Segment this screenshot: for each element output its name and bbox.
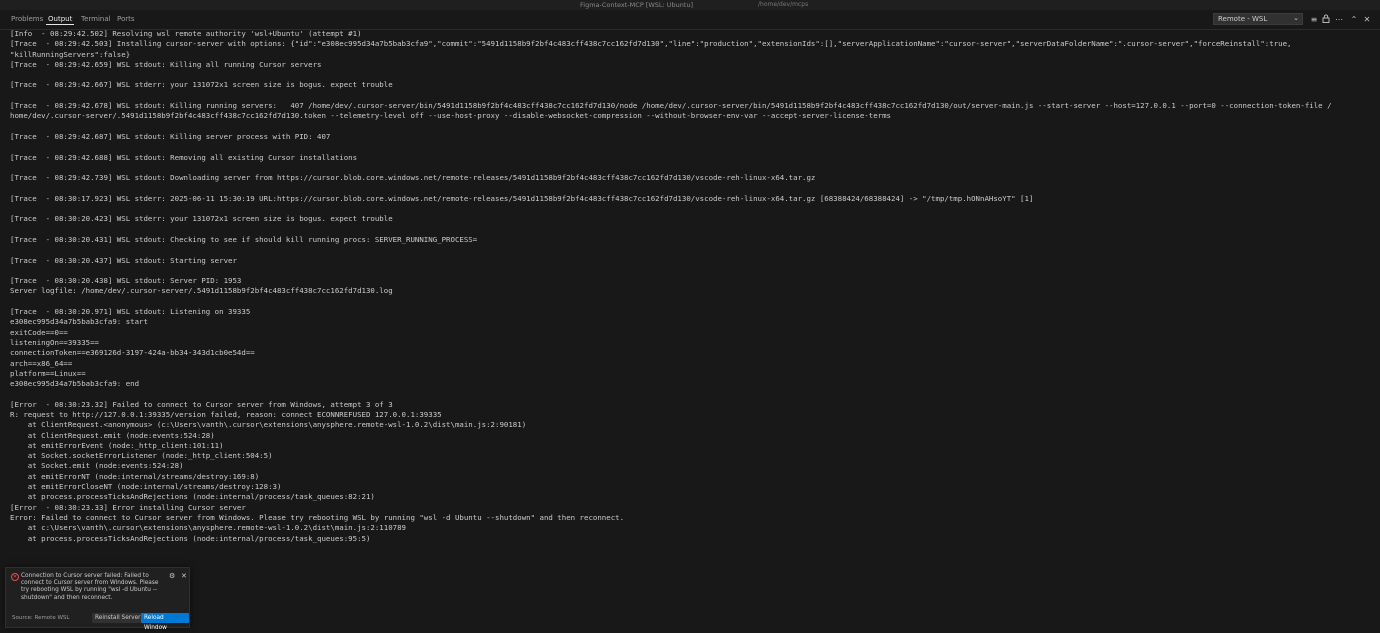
output-line: connectionToken==e369126d-3197-424a-bb34… [10,348,255,358]
output-line: e308ec995d34a7b5bab3cfa9: end [10,379,140,389]
output-line: [Trace - 08:30:20.431] WSL stdout: Check… [10,234,478,244]
output-line: at emitErrorNT (node:internal/streams/de… [10,471,260,481]
tab-problems[interactable]: Problems [9,14,45,24]
title-bar: Figma-Context-MCP [WSL: Ubuntu] /home/de… [0,0,1380,10]
window-title: Figma-Context-MCP [WSL: Ubuntu] [580,1,694,9]
output-line: [Trace - 08:29:42.688] WSL stdout: Remov… [10,152,358,162]
close-notification-icon[interactable]: ✕ [181,572,187,580]
notification-source: Source: Remote WSL [12,615,70,621]
output-line: e308ec995d34a7b5bab3cfa9: start [10,317,148,327]
output-line: [Trace - 08:29:42.659] WSL stdout: Killi… [10,59,322,69]
tab-output[interactable]: Output [46,14,75,25]
output-line: [Trace - 08:30:20.437] WSL stdout: Start… [10,255,237,265]
output-line: [Trace - 08:30:20.423] WSL stderr: your … [10,214,393,224]
output-line: [Trace - 08:29:42.687] WSL stdout: Killi… [10,131,331,141]
window-path: /home/dev/mcps [758,1,809,8]
output-channel-select[interactable]: Remote - WSL ⌄ [1213,13,1303,25]
output-line: at process.processTicksAndRejections (no… [10,533,371,543]
output-line: at emitErrorCloseNT (node:internal/strea… [10,482,282,492]
output-line: [Trace - 08:29:42.667] WSL stderr: your … [10,80,393,90]
notification-message: Connection to Cursor server failed: Fail… [21,573,159,601]
output-channel-value: Remote - WSL [1218,15,1268,23]
chevron-down-icon: ⌄ [1293,14,1299,22]
tab-terminal[interactable]: Terminal [79,14,113,24]
output-line: at ClientRequest.emit (node:events:524:2… [10,430,215,440]
output-line: R: request to http://127.0.0.1:39335/ver… [10,409,442,419]
output-line: platform==Linux== [10,368,86,378]
lock-icon[interactable] [1321,14,1331,25]
output-log[interactable]: [Info - 08:29:42.502] Resolving wsl remo… [10,29,1375,544]
output-line: [Error - 08:30:23.33] Error installing C… [10,502,246,512]
output-line: home/dev/.cursor-server/.5491d1158b9f2bf… [10,111,892,121]
output-line: Error: Failed to connect to Cursor serve… [10,512,625,522]
error-icon: ✕ [11,573,19,581]
output-line: listeningOn==39335== [10,337,99,347]
output-line: at ClientRequest.<anonymous> (c:\Users\v… [10,420,527,430]
output-line: at c:\Users\vanth\.cursor\extensions\any… [10,523,407,533]
more-icon[interactable]: ⋯ [1334,14,1344,25]
panel-header: Problems Output Terminal Ports Remote - … [0,10,1380,30]
reload-window-button[interactable]: Reload Window [141,613,189,631]
list-filter-icon[interactable]: ≡ [1309,14,1319,25]
output-line: Server logfile: /home/dev/.cursor-server… [10,286,393,296]
output-line: [Trace - 08:30:17.923] WSL stderr: 2025-… [10,193,1034,203]
output-line: at Socket.emit (node:events:524:28) [10,461,184,471]
output-line: [Trace - 08:29:42.503] Installing cursor… [10,39,1292,49]
close-icon[interactable]: ✕ [1362,14,1372,25]
output-line: at process.processTicksAndRejections (no… [10,492,375,502]
gear-icon[interactable]: ⚙ [169,572,175,580]
output-line: [Trace - 08:30:20.971] WSL stdout: Liste… [10,307,251,317]
maximize-icon[interactable]: ⌃ [1349,14,1359,25]
output-line: [Info - 08:29:42.502] Resolving wsl remo… [10,29,362,38]
output-line: "killRunningServers":false} [10,49,131,59]
tab-ports[interactable]: Ports [115,14,137,24]
output-line: [Error - 08:30:23.32] Failed to connect … [10,399,393,409]
output-line: [Trace - 08:29:42.678] WSL stdout: Killi… [10,101,1332,111]
output-line: [Trace - 08:30:20.438] WSL stdout: Serve… [10,276,242,286]
output-line: exitCode==0== [10,327,68,337]
reinstall-server-button[interactable]: Reinstall Server [92,613,144,623]
output-line: arch==x86_64== [10,358,73,368]
output-line: at Socket.socketErrorListener (node:_htt… [10,451,273,461]
notification-toast: ✕ Connection to Cursor server failed: Fa… [5,567,190,631]
output-line: [Trace - 08:29:42.739] WSL stdout: Downl… [10,173,816,183]
output-line: at emitErrorEvent (node:_http_client:101… [10,440,224,450]
